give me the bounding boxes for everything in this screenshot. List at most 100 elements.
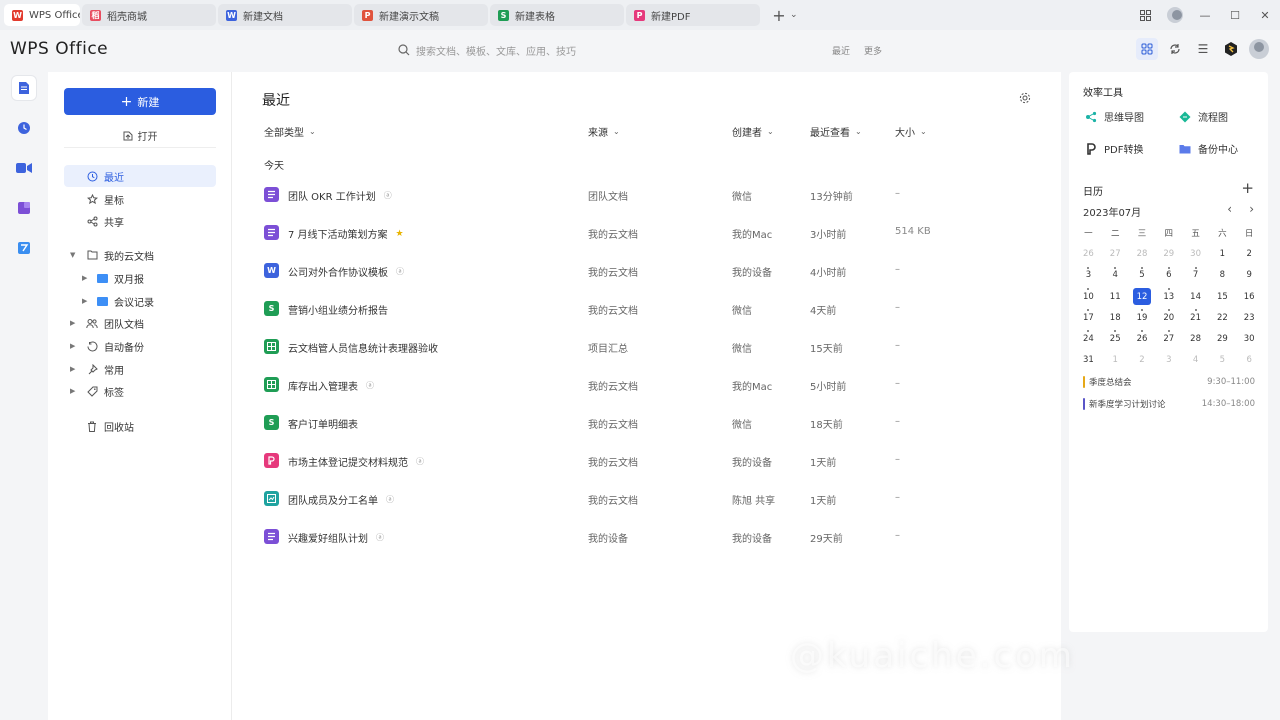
table-row[interactable]: 库存出入管理表 ⓐ 我的云文档 我的Mac 5小时前 – bbox=[262, 367, 1032, 405]
add-event-plus-icon[interactable]: + bbox=[1241, 179, 1254, 197]
calendar-day[interactable]: 10 bbox=[1075, 286, 1102, 307]
calendar-day-today[interactable]: 12 bbox=[1129, 286, 1156, 307]
calendar-day[interactable]: 1 bbox=[1209, 243, 1236, 264]
calendar-day[interactable]: 31 bbox=[1075, 350, 1102, 371]
rail-form-icon[interactable] bbox=[12, 236, 36, 260]
calendar-day[interactable]: 9 bbox=[1236, 265, 1263, 286]
search-bar[interactable]: 搜索文档、模板、文库、应用、技巧 最近 更多 bbox=[390, 38, 890, 62]
column-sort-size[interactable]: 大小 ⌄ bbox=[895, 124, 927, 139]
minimize-icon[interactable]: — bbox=[1190, 0, 1220, 30]
sidebar-item-auto-backup[interactable]: ▶ 自动备份 bbox=[64, 335, 216, 357]
calendar-day[interactable]: 2 bbox=[1129, 350, 1156, 371]
gear-icon[interactable] bbox=[1019, 92, 1031, 104]
tab-docer-store[interactable]: 稻 稻壳商城 bbox=[82, 4, 216, 26]
expand-arrow-icon[interactable]: ▶ bbox=[70, 342, 75, 350]
search-link-recent[interactable]: 最近 bbox=[832, 44, 850, 57]
table-row[interactable]: 兴趣爱好组队计划 ⓐ 我的设备 我的设备 29天前 – bbox=[262, 519, 1032, 557]
calendar-day[interactable]: 15 bbox=[1209, 286, 1236, 307]
sidebar-item-frequent[interactable]: ▶ 常用 bbox=[64, 358, 216, 380]
calendar-day[interactable]: 23 bbox=[1236, 307, 1263, 328]
tab-new-presentation[interactable]: P 新建演示文稿 bbox=[354, 4, 488, 26]
tab-wps-office[interactable]: W WPS Office bbox=[4, 4, 80, 26]
calendar-day[interactable]: 3 bbox=[1155, 350, 1182, 371]
calendar-day[interactable]: 13 bbox=[1155, 286, 1182, 307]
table-row[interactable]: 团队 OKR 工作计划 ⓐ 团队文档 微信 13分钟前 – bbox=[262, 177, 1032, 215]
calendar-event[interactable]: 季度总结会 9:30–11:00 bbox=[1083, 375, 1255, 389]
calendar-day[interactable]: 18 bbox=[1102, 307, 1129, 328]
calendar-day[interactable]: 4 bbox=[1182, 350, 1209, 371]
calendar-day[interactable]: 30 bbox=[1182, 243, 1209, 264]
table-row[interactable]: 市场主体登记提交材料规范 ⓐ 我的云文档 我的设备 1天前 – bbox=[262, 443, 1032, 481]
calendar-day[interactable]: 20 bbox=[1155, 307, 1182, 328]
calendar-day[interactable]: 14 bbox=[1182, 286, 1209, 307]
calendar-day[interactable]: 5 bbox=[1129, 265, 1156, 286]
table-row[interactable]: S 客户订单明细表 我的云文档 微信 18天前 – bbox=[262, 405, 1032, 443]
rail-calendar-clock-icon[interactable] bbox=[12, 116, 36, 140]
calendar-day[interactable]: 3 bbox=[1075, 265, 1102, 286]
tab-new-document[interactable]: W 新建文档 bbox=[218, 4, 352, 26]
new-button[interactable]: + 新建 bbox=[64, 88, 216, 115]
calendar-day[interactable]: 26 bbox=[1075, 243, 1102, 264]
sidebar-item-my-cloud-docs[interactable]: ▼ 我的云文档 bbox=[64, 244, 216, 266]
table-row[interactable]: S 营销小组业绩分析报告 我的云文档 微信 4天前 – bbox=[262, 291, 1032, 329]
sidebar-item-shared[interactable]: 共享 bbox=[64, 210, 216, 232]
vip-badge-icon[interactable] bbox=[1220, 38, 1242, 60]
calendar-day[interactable]: 21 bbox=[1182, 307, 1209, 328]
calendar-day[interactable]: 19 bbox=[1129, 307, 1156, 328]
column-sort-viewed[interactable]: 最近查看 ⌄ bbox=[810, 124, 862, 139]
calendar-day[interactable]: 4 bbox=[1102, 265, 1129, 286]
tab-new-spreadsheet[interactable]: S 新建表格 bbox=[490, 4, 624, 26]
calendar-day[interactable]: 25 bbox=[1102, 328, 1129, 349]
close-icon[interactable]: ✕ bbox=[1250, 0, 1280, 30]
calendar-day[interactable]: 30 bbox=[1236, 328, 1263, 349]
calendar-day[interactable]: 28 bbox=[1182, 328, 1209, 349]
calendar-day[interactable]: 24 bbox=[1075, 328, 1102, 349]
calendar-day[interactable]: 1 bbox=[1102, 350, 1129, 371]
table-row[interactable]: 云文档管人员信息统计表理器验收 项目汇总 微信 15天前 – bbox=[262, 329, 1032, 367]
table-row[interactable]: 7 月线下活动策划方案 ★ 我的云文档 我的Mac 3小时前 514 KB bbox=[262, 215, 1032, 253]
sidebar-item-recycle-bin[interactable]: 回收站 bbox=[64, 415, 216, 437]
tool-pdf-convert[interactable]: PDF转换 bbox=[1085, 141, 1143, 156]
tool-flowchart[interactable]: 流程图 bbox=[1179, 109, 1228, 124]
calendar-day[interactable]: 17 bbox=[1075, 307, 1102, 328]
star-icon[interactable]: ★ bbox=[396, 229, 404, 239]
rail-apps-icon[interactable] bbox=[12, 196, 36, 220]
column-filter-type[interactable]: 全部类型 ⌄ bbox=[264, 124, 316, 139]
calendar-day[interactable]: 11 bbox=[1102, 286, 1129, 307]
sidebar-item-team-docs[interactable]: ▶ 团队文档 bbox=[64, 312, 216, 334]
sidebar-item-tags[interactable]: ▶ 标签 bbox=[64, 380, 216, 402]
calendar-event[interactable]: 新季度学习计划讨论 14:30–18:00 bbox=[1083, 397, 1255, 411]
calendar-day[interactable]: 2 bbox=[1236, 243, 1263, 264]
expand-arrow-icon[interactable]: ▶ bbox=[70, 387, 75, 395]
calendar-day[interactable]: 6 bbox=[1236, 350, 1263, 371]
menu-icon[interactable]: ☰ bbox=[1192, 38, 1214, 60]
sidebar-item-bimonthly-report[interactable]: ▶ 双月报 bbox=[64, 267, 216, 289]
calendar-day[interactable]: 26 bbox=[1129, 328, 1156, 349]
table-row[interactable]: W 公司对外合作协议模板 ⓐ 我的云文档 我的设备 4小时前 – bbox=[262, 253, 1032, 291]
tab-list-chevron-icon[interactable]: ⌄ bbox=[790, 10, 798, 20]
sidebar-item-starred[interactable]: 星标 bbox=[64, 188, 216, 210]
table-row[interactable]: 团队成员及分工名单 ⓐ 我的云文档 陈旭 共享 1天前 – bbox=[262, 481, 1032, 519]
new-tab-plus-icon[interactable]: + bbox=[770, 6, 788, 25]
sidebar-item-meeting-notes[interactable]: ▶ 会议记录 bbox=[64, 290, 216, 312]
tool-mind-map[interactable]: 思维导图 bbox=[1085, 109, 1144, 124]
tab-new-pdf[interactable]: P 新建PDF bbox=[626, 4, 760, 26]
expand-arrow-icon[interactable]: ▶ bbox=[70, 319, 75, 327]
calendar-day[interactable]: 28 bbox=[1129, 243, 1156, 264]
calendar-day[interactable]: 22 bbox=[1209, 307, 1236, 328]
search-link-more[interactable]: 更多 bbox=[864, 44, 882, 57]
calendar-day[interactable]: 27 bbox=[1155, 328, 1182, 349]
calendar-day[interactable]: 7 bbox=[1182, 265, 1209, 286]
calendar-day[interactable]: 29 bbox=[1209, 328, 1236, 349]
maximize-icon[interactable]: ☐ bbox=[1220, 0, 1250, 30]
tool-backup-center[interactable]: 备份中心 bbox=[1179, 141, 1238, 156]
calendar-day[interactable]: 16 bbox=[1236, 286, 1263, 307]
account-avatar[interactable] bbox=[1160, 0, 1190, 30]
sync-icon[interactable] bbox=[1164, 38, 1186, 60]
next-month-chevron-icon[interactable]: › bbox=[1249, 202, 1254, 216]
expand-arrow-icon[interactable]: ▶ bbox=[70, 365, 75, 373]
rail-documents-icon[interactable] bbox=[12, 76, 36, 100]
calendar-day[interactable]: 27 bbox=[1102, 243, 1129, 264]
sidebar-item-recent[interactable]: 最近 bbox=[64, 165, 216, 187]
prev-month-chevron-icon[interactable]: ‹ bbox=[1227, 202, 1232, 216]
